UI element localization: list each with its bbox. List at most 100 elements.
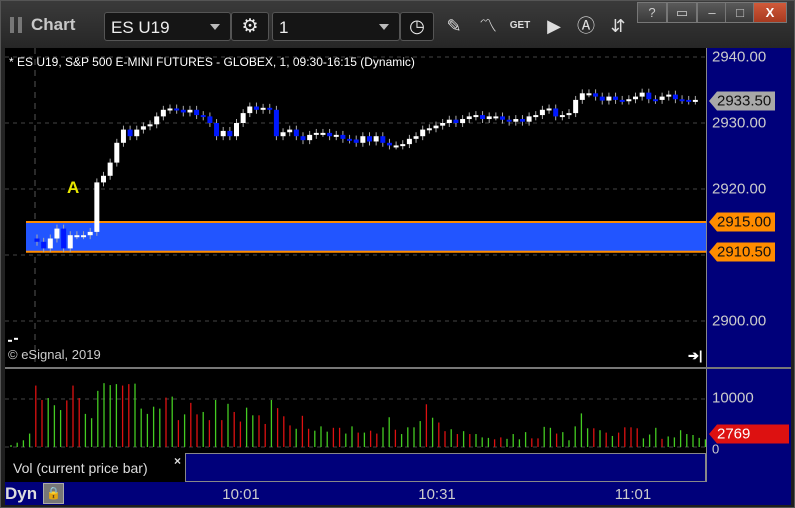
candle: [466, 116, 472, 120]
chevron-down-icon[interactable]: [210, 24, 220, 30]
symbol-combo[interactable]: ES U19: [104, 12, 231, 41]
interval-combo[interactable]: 1: [272, 12, 400, 41]
link-icon[interactable]: ⇵: [605, 13, 631, 39]
lock-icon[interactable]: 🔒: [43, 483, 64, 504]
candle: [473, 115, 479, 118]
symbol-input[interactable]: ES U19: [111, 18, 170, 37]
candle: [519, 119, 525, 122]
candle: [526, 116, 532, 122]
interval-input[interactable]: 1: [279, 18, 288, 37]
interval-settings-button[interactable]: ◷: [400, 12, 434, 41]
candle: [54, 228, 60, 239]
chart-info: * ES U19, S&P 500 E-MINI FUTURES - GLOBE…: [9, 55, 415, 69]
candle: [320, 132, 326, 135]
candle: [74, 235, 80, 238]
candle: [41, 241, 47, 249]
candle: [639, 92, 645, 97]
price-axis[interactable]: 2940.00 2930.00 2920.00 2900.00 2933.50 …: [706, 48, 791, 482]
clock-icon: ◷: [409, 16, 425, 36]
candle: [646, 92, 652, 100]
price-chart[interactable]: * ES U19, S&P 500 E-MINI FUTURES - GLOBE…: [5, 48, 706, 367]
candle: [500, 116, 505, 120]
candle: [333, 134, 339, 137]
close-button[interactable]: X: [753, 2, 787, 23]
drag-grip-icon[interactable]: [10, 17, 22, 33]
candle: [200, 115, 206, 118]
price-label: 2930.00: [712, 114, 767, 132]
price-label: 2920.00: [712, 180, 767, 198]
candle: [214, 123, 220, 137]
candle: [107, 162, 113, 176]
candle: [127, 129, 133, 137]
candle: [273, 109, 279, 137]
candle: [659, 96, 665, 100]
study-icon[interactable]: 〽: [475, 13, 501, 39]
play-icon[interactable]: ▶: [541, 13, 567, 39]
volume-label: 10000: [712, 389, 754, 407]
candle: [633, 96, 638, 100]
candle: [260, 107, 266, 110]
candle: [553, 108, 559, 117]
time-label: 10:31: [418, 486, 456, 503]
candle: [154, 116, 160, 125]
candle: [613, 96, 619, 100]
candle: [367, 136, 372, 142]
candle: [160, 109, 166, 117]
volume-legend-label: Vol (current price bar): [13, 460, 148, 476]
candle: [114, 142, 120, 163]
candle: [313, 132, 319, 135]
chevron-down-icon[interactable]: [379, 24, 389, 30]
symbol-settings-button[interactable]: ⚙: [231, 12, 269, 41]
time-label: 11:01: [614, 486, 652, 503]
candle: [194, 109, 200, 116]
close-study-icon[interactable]: ×: [174, 454, 181, 468]
candle: [559, 115, 565, 118]
candle: [426, 128, 432, 131]
candle: [619, 99, 625, 102]
candle: [400, 144, 406, 147]
alert-icon[interactable]: Ⓐ: [573, 13, 599, 39]
candle: [327, 132, 333, 137]
get-icon[interactable]: GET: [507, 13, 533, 39]
candle: [440, 123, 446, 126]
scroll-to-end-icon[interactable]: ➔|: [688, 348, 703, 364]
candle: [140, 126, 146, 130]
candle: [446, 119, 452, 123]
candle: [539, 109, 545, 116]
dynamic-mode-label[interactable]: Dyn: [5, 484, 37, 504]
candle: [247, 106, 253, 114]
candle: [386, 142, 392, 146]
candle: [300, 136, 306, 141]
candle: [579, 93, 585, 100]
gear-icon: ⚙: [241, 16, 259, 37]
candle: [453, 119, 459, 123]
candle: [433, 125, 439, 129]
help-button[interactable]: ?: [637, 2, 667, 23]
candle: [174, 108, 180, 111]
restore-down-button[interactable]: ▭: [667, 2, 697, 23]
candle: [586, 93, 592, 96]
minimize-button[interactable]: –: [697, 2, 727, 23]
time-label: 10:01: [222, 486, 260, 503]
volume-pane[interactable]: [5, 369, 706, 453]
candle: [293, 129, 299, 137]
highlight-band: [26, 222, 706, 252]
candle: [240, 113, 246, 123]
candle: [180, 109, 186, 113]
candle: [81, 235, 87, 238]
time-axis[interactable]: Dyn 🔒 10:01 10:31 11:01: [5, 482, 791, 505]
candle: [87, 231, 93, 236]
pencil-icon[interactable]: ✎: [441, 13, 467, 39]
candle: [599, 96, 605, 101]
band-low-tag: 2910.50: [709, 242, 776, 262]
candle: [413, 136, 419, 139]
candle: [533, 115, 539, 118]
candle: [220, 130, 226, 137]
candle: [134, 129, 140, 137]
candle: [120, 129, 126, 143]
candle: [626, 99, 632, 102]
candle: [47, 238, 53, 249]
candle: [94, 182, 100, 232]
maximize-button[interactable]: □: [725, 2, 755, 23]
window-title: Chart: [31, 15, 76, 34]
